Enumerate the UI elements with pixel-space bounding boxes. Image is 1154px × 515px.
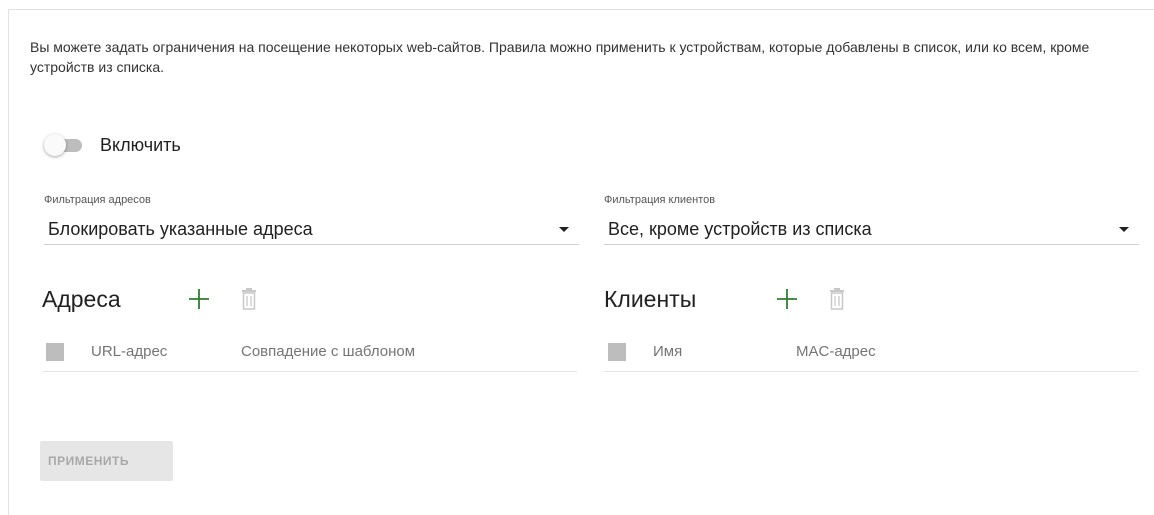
trash-icon [830, 288, 844, 310]
add-client-button[interactable] [772, 284, 802, 314]
apply-button[interactable]: ПРИМЕНИТЬ [40, 441, 173, 481]
enable-label: Включить [100, 134, 181, 155]
addresses-section: Адреса URL-адрес Совпадение с шаблоном [42, 281, 577, 372]
add-address-button[interactable] [184, 284, 214, 314]
clients-section: Клиенты Имя MAC-адрес [604, 281, 1138, 372]
client-filter-caption: Фильтрация клиентов [604, 194, 716, 206]
address-filter-select[interactable]: Блокировать указанные адреса [44, 215, 579, 245]
select-all-clients-checkbox[interactable] [608, 342, 626, 361]
column-header-url: URL-адрес [91, 343, 168, 360]
column-header-name: Имя [653, 343, 683, 360]
column-header-pattern: Совпадение с шаблоном [241, 343, 416, 360]
caret-down-icon [559, 227, 569, 232]
client-filter: Фильтрация клиентов Все, кроме устройств… [604, 193, 1139, 245]
trash-icon [242, 288, 256, 310]
client-filter-value: Все, кроме устройств из списка [608, 219, 872, 239]
enable-row: Включить [44, 132, 181, 158]
plus-icon [189, 289, 209, 309]
address-filter-caption: Фильтрация адресов [44, 194, 151, 206]
plus-icon [777, 289, 797, 309]
toggle-thumb [44, 134, 66, 156]
caret-down-icon [1119, 227, 1129, 232]
addresses-title: Адреса [42, 285, 121, 312]
description-text: Вы можете задать ограничения на посещени… [30, 39, 1090, 75]
clients-table-header: Имя MAC-адрес [604, 332, 1138, 372]
select-all-addresses-checkbox[interactable] [46, 342, 64, 361]
clients-header: Клиенты [604, 281, 1138, 317]
address-filter-value: Блокировать указанные адреса [48, 219, 313, 239]
delete-address-button[interactable] [234, 284, 264, 314]
client-filter-select[interactable]: Все, кроме устройств из списка [604, 215, 1139, 245]
address-filter: Фильтрация адресов Блокировать указанные… [44, 193, 579, 245]
addresses-header: Адреса [42, 281, 577, 317]
content-frame [8, 9, 1154, 515]
delete-client-button[interactable] [822, 284, 852, 314]
addresses-table-header: URL-адрес Совпадение с шаблоном [42, 332, 577, 372]
clients-title: Клиенты [604, 285, 697, 312]
enable-toggle[interactable] [44, 134, 84, 156]
column-header-mac: MAC-адрес [796, 343, 876, 360]
